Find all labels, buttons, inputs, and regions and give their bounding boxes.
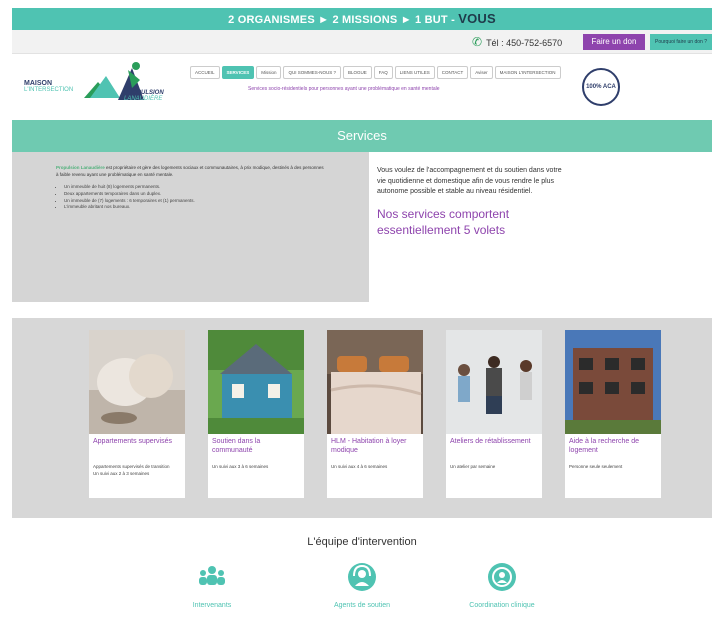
services-heading: Nos services comportent essentiellement … bbox=[377, 206, 510, 238]
list-item: Un immeuble de (7) logements : 6 tempora… bbox=[64, 198, 325, 205]
nav-item-mission[interactable]: Mission bbox=[256, 66, 282, 79]
top-tagline-bar: 2 ORGANISMES ► 2 MISSIONS ► 1 BUT - VOUS bbox=[12, 8, 712, 30]
nav-item-accueil[interactable]: ACCUEIL bbox=[190, 66, 220, 79]
team-label: Intervenants bbox=[192, 602, 232, 609]
service-card-community[interactable]: Soutien dans la communauté Un suivi aux … bbox=[208, 330, 304, 498]
team-section: L'équipe d'intervention Intervenants Age… bbox=[12, 520, 712, 628]
service-title: Ateliers de rétablissement bbox=[450, 438, 531, 445]
nav-item-faq[interactable]: FAQ bbox=[373, 66, 393, 79]
phone-icon: ✆ bbox=[472, 35, 483, 49]
service-image-pillows bbox=[89, 330, 185, 434]
nav-item-aviser[interactable]: Aviser bbox=[470, 66, 493, 79]
service-desc: Un atelier par semaine bbox=[450, 464, 496, 469]
site-header: MAISON L'INTERSECTION PROPULSION LANAUDIÈR… bbox=[12, 54, 712, 120]
team-item-agents[interactable]: Agents de soutien bbox=[302, 562, 422, 609]
intro-right-text: Vous voulez de l'accompagnement et du so… bbox=[377, 167, 562, 195]
list-item: Un immeuble de huit (8) logements perman… bbox=[64, 184, 325, 191]
service-desc: Personne seule seulement bbox=[569, 464, 623, 469]
service-title: Appartements supervisés bbox=[93, 438, 172, 445]
tagline-text: 2 ORGANISMES ► 2 MISSIONS ► 1 BUT - bbox=[228, 14, 455, 26]
service-title: HLM - Habitation à loyer modique bbox=[331, 438, 407, 455]
nav-item-about[interactable]: QUI SOMMES-NOUS ? bbox=[283, 66, 341, 79]
team-item-intervenants[interactable]: Intervenants bbox=[152, 562, 272, 609]
team-title: L'équipe d'intervention bbox=[307, 536, 417, 548]
main-nav: ACCUEIL SERVICES Mission QUI SOMMES-NOUS… bbox=[190, 66, 561, 79]
phone-link[interactable]: ✆ Tél : 450-752-6570 bbox=[472, 35, 562, 49]
list-item: L'immeuble abritant nos bureaux. bbox=[64, 204, 325, 211]
contact-bar: ✆ Tél : 450-752-6570 Faire un don Pourquo… bbox=[12, 30, 712, 54]
site-logo[interactable]: MAISON L'INTERSECTION PROPULSION LANAUDIÈR… bbox=[20, 58, 180, 114]
intro-left-panel: Propulsion Lanaudière est propriétaire e… bbox=[12, 152, 369, 302]
group-icon bbox=[197, 562, 227, 592]
service-card-workshops[interactable]: Ateliers de rétablissement Un atelier pa… bbox=[446, 330, 542, 498]
page-title: Services bbox=[337, 128, 387, 143]
team-label: Coordination clinique bbox=[469, 602, 535, 609]
aca-badge: 100% ACA bbox=[582, 68, 620, 106]
service-card-hlm[interactable]: HLM - Habitation à loyer modique Un suiv… bbox=[327, 330, 423, 498]
service-image-building bbox=[565, 330, 661, 434]
intro-right-panel: Vous voulez de l'accompagnement et du so… bbox=[369, 152, 712, 302]
nav-item-contact[interactable]: CONTACT bbox=[436, 66, 469, 79]
nav-item-maison[interactable]: MAISON L'INTERSECTION bbox=[494, 66, 561, 79]
coordinator-icon bbox=[487, 562, 517, 592]
service-card-supervised[interactable]: Appartements supervisés Appartements sup… bbox=[89, 330, 185, 498]
tagline-highlight: VOUS bbox=[458, 11, 496, 26]
list-item: Deux appartements temporaires dans un du… bbox=[64, 191, 325, 198]
support-agent-icon bbox=[347, 562, 377, 592]
service-title: Soutien dans la communauté bbox=[212, 438, 261, 455]
nav-item-services[interactable]: SERVICES bbox=[221, 66, 255, 79]
page-banner: Services bbox=[12, 120, 712, 152]
logo-maison: MAISON L'INTERSECTION bbox=[24, 80, 74, 93]
service-desc: Appartements supervisés de transition Un… bbox=[93, 464, 170, 476]
service-desc: Un suivi aux 3 à 6 semaines bbox=[212, 464, 269, 469]
why-donate-button[interactable]: Pourquoi faire un don ? bbox=[650, 34, 712, 50]
nav-item-blog[interactable]: BLOGUE bbox=[342, 66, 372, 79]
org-name: Propulsion Lanaudière bbox=[56, 165, 105, 170]
service-desc: Un suivi aux 4 à 6 semaines bbox=[331, 464, 388, 469]
intro-lead: Propulsion Lanaudière est propriétaire e… bbox=[56, 165, 325, 178]
service-title: Aide à la recherche de logement bbox=[569, 438, 640, 455]
services-section: Appartements supervisés Appartements sup… bbox=[12, 318, 712, 518]
nav-item-links[interactable]: LIENS UTILES bbox=[394, 66, 435, 79]
logo-propulsion: PROPULSION LANAUDIÈRE bbox=[124, 90, 164, 102]
service-image-group bbox=[446, 330, 542, 434]
service-image-bed bbox=[327, 330, 423, 434]
donate-button[interactable]: Faire un don bbox=[583, 34, 645, 50]
property-list: Un immeuble de huit (8) logements perman… bbox=[64, 184, 325, 211]
team-label: Agents de soutien bbox=[333, 602, 391, 609]
service-card-housing-search[interactable]: Aide à la recherche de logement Personne… bbox=[565, 330, 661, 498]
service-image-house bbox=[208, 330, 304, 434]
header-tagline: Services socio-résidentiels pour personn… bbox=[248, 86, 440, 92]
phone-number: Tél : 450-752-6570 bbox=[486, 38, 563, 48]
team-item-coordination[interactable]: Coordination clinique bbox=[442, 562, 562, 609]
